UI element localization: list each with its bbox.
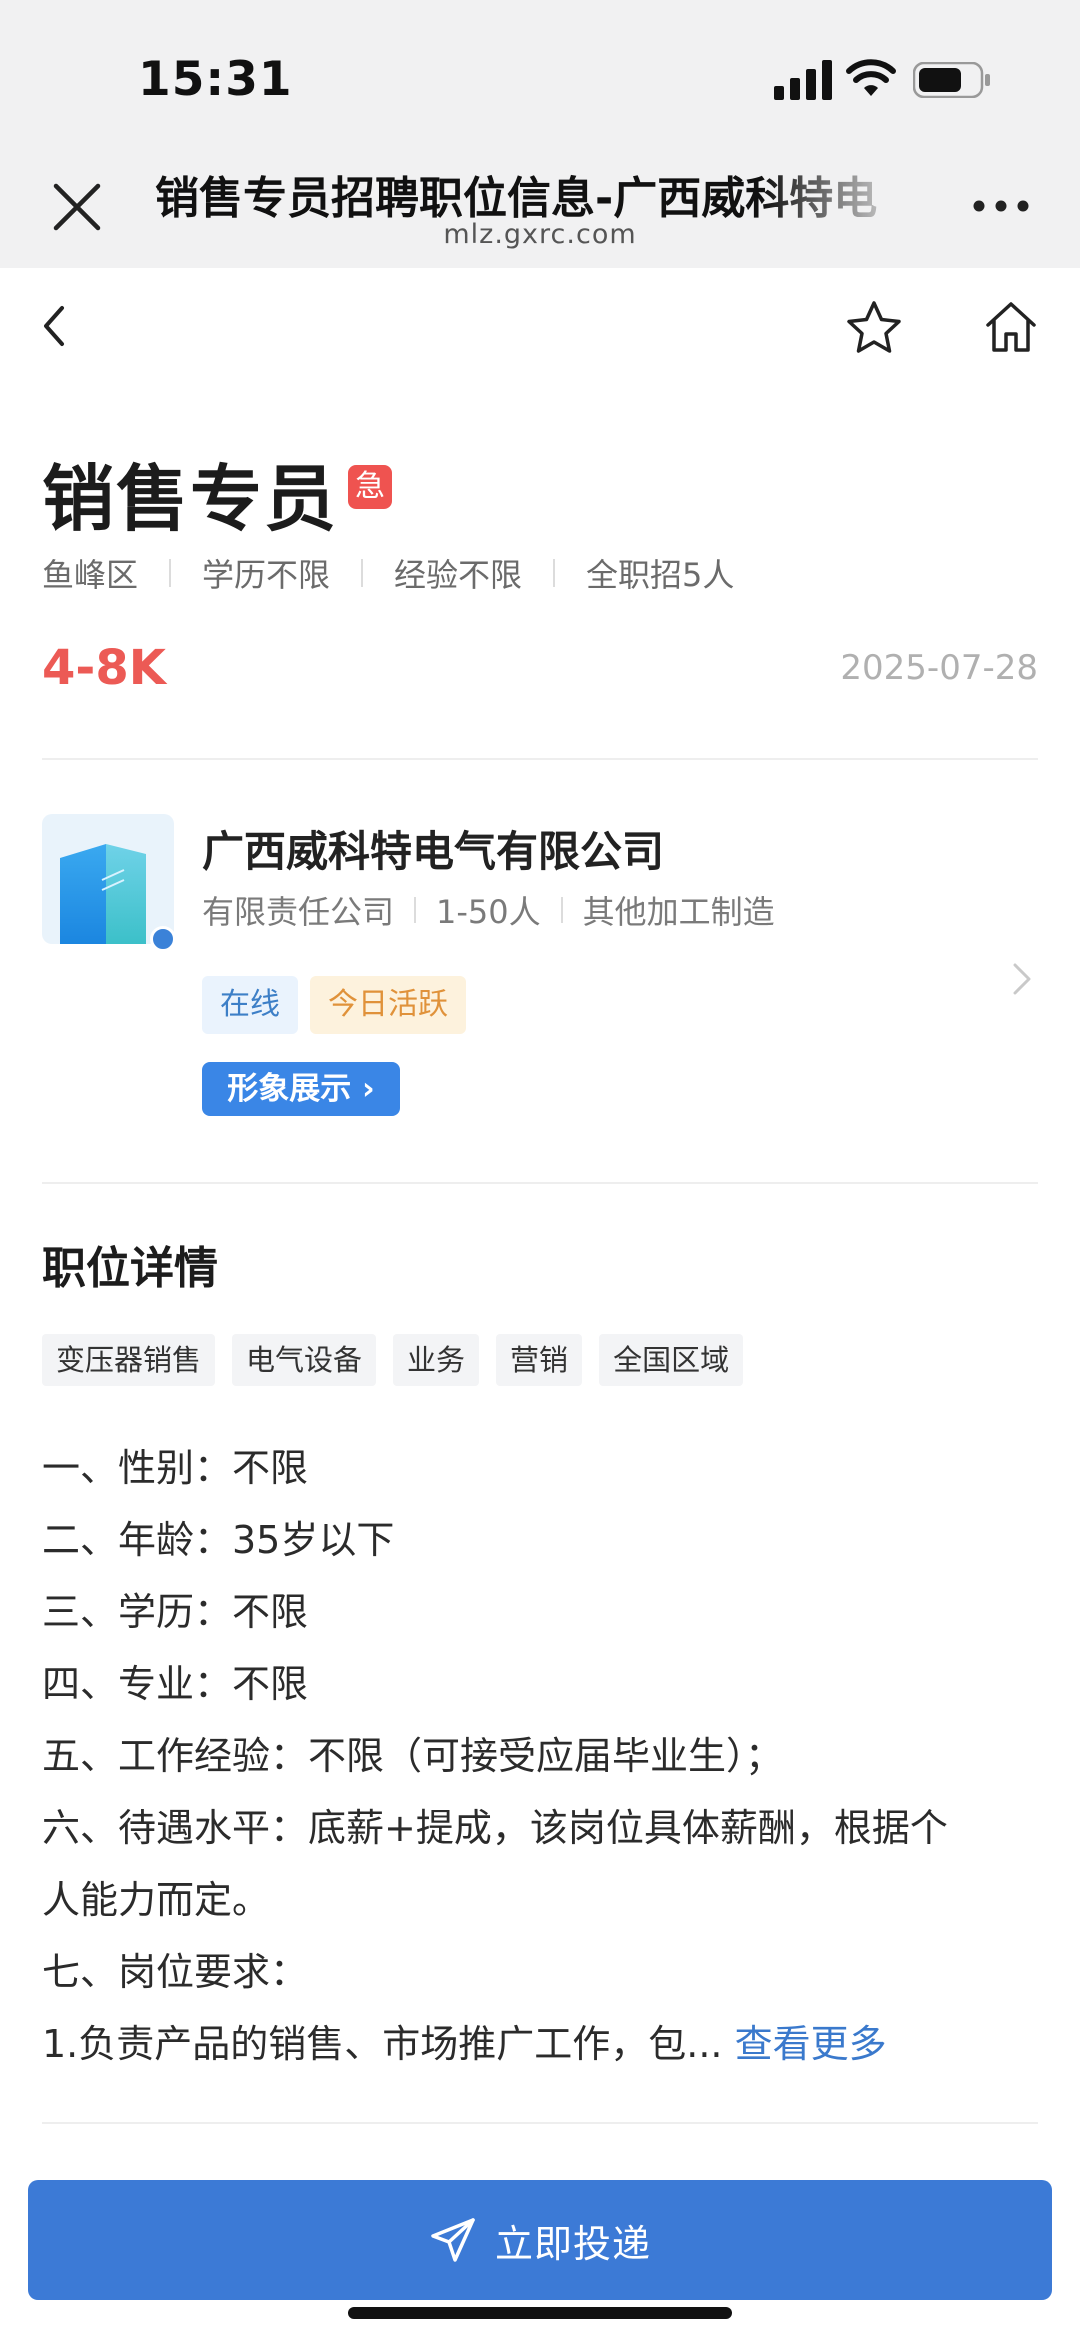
- job-tags: 变压器销售 电气设备 业务 营销 全国区域: [42, 1334, 744, 1386]
- description-line: 一、性别：不限: [42, 1446, 309, 1490]
- back-icon[interactable]: [38, 302, 70, 350]
- send-paper-plane-icon: [431, 2218, 475, 2262]
- divider: [169, 559, 172, 587]
- job-tag: 电气设备: [232, 1334, 377, 1386]
- description-line: 三、学历：不限: [42, 1590, 309, 1634]
- job-education: 学历不限: [202, 556, 331, 594]
- apply-now-button[interactable]: 立即投递: [28, 2180, 1052, 2300]
- description-line: 六、待遇水平：底薪+提成，该岗位具体薪酬，根据个: [42, 1806, 948, 1850]
- job-experience: 经验不限: [394, 556, 523, 594]
- job-description: 一、性别：不限 二、年龄：35岁以下 三、学历：不限 四、专业：不限 五、工作经…: [42, 1432, 1038, 2080]
- company-image-button[interactable]: 形象展示 ›: [202, 1062, 400, 1116]
- job-tag: 全国区域: [599, 1334, 744, 1386]
- home-icon[interactable]: [982, 298, 1040, 356]
- browser-page-title: 销售专员招聘职位信息-广西威科特电: [155, 173, 878, 224]
- urgent-badge: 急: [348, 465, 392, 509]
- description-truncated-text: 1.负责产品的销售、市场推广工作，包...: [42, 2022, 723, 2066]
- apply-now-label: 立即投递: [494, 2221, 651, 2266]
- job-tag: 变压器销售: [42, 1334, 216, 1386]
- building-icon: [60, 844, 146, 944]
- job-meta-row: 鱼峰区 学历不限 经验不限 全职招5人: [42, 548, 734, 598]
- home-indicator: [348, 2307, 732, 2319]
- company-type: 有限责任公司: [202, 893, 395, 931]
- description-line: 五、工作经验：不限（可接受应届毕业生）；: [42, 1734, 784, 1778]
- job-details-title: 职位详情: [42, 1243, 218, 1294]
- description-line: 人能力而定。: [42, 1878, 271, 1922]
- company-size: 1-50人: [436, 893, 541, 931]
- job-location: 鱼峰区: [42, 556, 139, 594]
- active-today-badge: 今日活跃: [310, 976, 466, 1034]
- online-badge: 在线: [202, 976, 298, 1034]
- browser-url: mlz.gxrc.com: [443, 219, 637, 250]
- section-divider: [42, 2122, 1038, 2124]
- divider: [560, 897, 563, 923]
- more-options-icon[interactable]: [972, 192, 1030, 220]
- company-meta-row: 有限责任公司 1-50人 其他加工制造: [202, 886, 775, 934]
- job-title: 销售专员: [42, 457, 339, 541]
- job-tag: 业务: [393, 1334, 480, 1386]
- divider: [414, 897, 417, 923]
- description-line-last: 1.负责产品的销售、市场推广工作，包... 查看更多: [42, 2008, 1038, 2080]
- description-line: 四、专业：不限: [42, 1662, 309, 1706]
- divider: [553, 559, 556, 587]
- battery-icon: [913, 62, 990, 98]
- section-divider: [42, 1182, 1038, 1184]
- divider: [361, 559, 364, 587]
- company-logo: [42, 814, 176, 952]
- company-card[interactable]: 广西威科特电气有限公司 有限责任公司 1-50人 其他加工制造 在线 今日活跃 …: [42, 810, 1038, 1130]
- browser-top-bar: 15:31 销售专员招聘职位信息-广西威科特电 mlz.gxrc.com: [0, 0, 1080, 268]
- description-line: 二、年龄：35岁以下: [42, 1518, 395, 1562]
- chevron-right-icon: [1013, 963, 1031, 995]
- job-type-headcount: 全职招5人: [586, 556, 735, 594]
- job-post-date: 2025-07-28: [840, 648, 1038, 688]
- cellular-signal-icon: [774, 60, 832, 100]
- wifi-icon: [846, 59, 896, 96]
- job-tag: 营销: [496, 1334, 583, 1386]
- description-line: 七、岗位要求：: [42, 1950, 309, 1994]
- status-time: 15:31: [138, 52, 293, 107]
- job-salary: 4-8K: [42, 640, 166, 696]
- online-dot: [150, 926, 176, 952]
- section-divider: [42, 758, 1038, 760]
- see-more-link[interactable]: 查看更多: [735, 2022, 887, 2066]
- favorite-star-icon[interactable]: [844, 298, 904, 358]
- company-name: 广西威科特电气有限公司: [202, 827, 665, 876]
- company-industry: 其他加工制造: [582, 893, 775, 931]
